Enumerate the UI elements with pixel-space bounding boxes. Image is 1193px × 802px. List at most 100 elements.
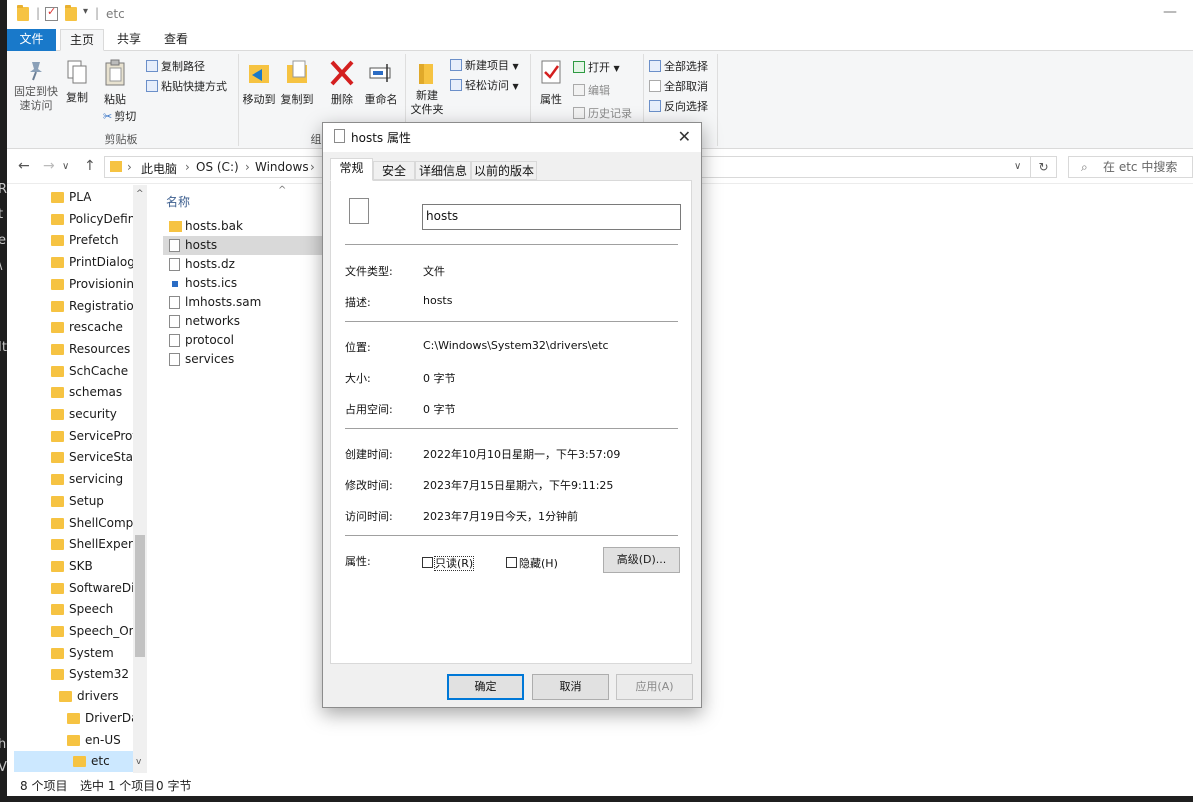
file-row[interactable]: networks <box>163 312 333 331</box>
selected-size: 0 字节 <box>156 779 192 793</box>
scrollbar-thumb[interactable] <box>135 535 145 657</box>
file-row[interactable]: lmhosts.sam <box>163 293 333 312</box>
recent-chevron-icon[interactable]: ∨ <box>62 161 69 172</box>
cut-button[interactable]: ✂ 剪切 <box>103 108 136 124</box>
history-icon <box>573 107 585 119</box>
delete-button[interactable]: 删除 <box>328 59 356 107</box>
paste-button[interactable]: 粘贴 <box>101 59 129 107</box>
move-to-button[interactable]: 移动到 <box>241 59 277 107</box>
back-arrow-icon[interactable]: ← <box>18 158 30 174</box>
tab-file[interactable]: 文件 <box>7 29 56 51</box>
pin-quick-access-button[interactable]: 固定到快 速访问 <box>12 59 60 113</box>
properties-button[interactable]: 属性 <box>537 59 565 107</box>
file-row[interactable]: hosts.dz <box>163 255 333 274</box>
select-all-button[interactable]: 全部选择 <box>649 58 708 74</box>
crumb-os-c[interactable]: OS (C:) <box>196 160 239 174</box>
file-name: hosts.dz <box>185 257 235 271</box>
select-none-icon <box>649 80 661 92</box>
nav-scrollbar[interactable]: ^ v <box>133 185 147 773</box>
easy-access-button[interactable]: 轻松访问 ▼ <box>450 77 519 93</box>
forward-arrow-icon[interactable]: → <box>43 158 55 174</box>
move-to-icon <box>246 59 272 87</box>
tab-share[interactable]: 共享 <box>107 29 151 51</box>
ok-button[interactable]: 确定 <box>447 674 524 700</box>
ribbon-tab-bar: 文件 主页 共享 查看 <box>7 29 1193 51</box>
properties-quick-icon[interactable]: ✓ <box>45 5 58 21</box>
advanced-button[interactable]: 高级(D)... <box>603 547 680 573</box>
tree-item-label: SchCache <box>69 363 129 378</box>
column-header-name[interactable]: 名称 <box>166 193 190 210</box>
copy-to-button[interactable]: 复制到 <box>279 59 315 107</box>
tab-security[interactable]: 安全 <box>373 161 415 180</box>
tree-item-label: System <box>69 645 114 660</box>
tree-item-label: schemas <box>69 385 123 400</box>
tree-item-label: etc <box>91 754 110 769</box>
quick-access-dropdown-icon[interactable]: ▾ <box>83 6 88 17</box>
tab-view[interactable]: 查看 <box>154 29 198 51</box>
scroll-up-icon[interactable]: ^ <box>136 189 144 199</box>
file-row[interactable]: hosts.ics <box>163 274 333 293</box>
item-count: 8 个项目 <box>20 779 68 793</box>
folder-icon <box>73 756 86 768</box>
file-type-label: 文件类型: <box>345 265 393 278</box>
file-icon <box>334 129 345 143</box>
scroll-down-icon[interactable]: v <box>136 757 141 767</box>
up-arrow-icon[interactable]: ↑ <box>84 158 96 174</box>
folder-icon <box>51 213 64 225</box>
tab-general[interactable]: 常规 <box>330 158 373 181</box>
folder-icon <box>51 452 64 464</box>
new-item-button[interactable]: 新建项目 ▼ <box>450 57 519 73</box>
open-button[interactable]: 打开 ▼ <box>573 59 620 75</box>
folder-icon <box>110 161 122 172</box>
invert-selection-button[interactable]: 反向选择 <box>649 98 708 114</box>
folder-icon <box>51 387 64 399</box>
apply-button[interactable]: 应用(A) <box>616 674 693 700</box>
modified-label: 修改时间: <box>345 479 393 492</box>
divider <box>345 535 678 536</box>
tree-item-label: security <box>69 407 117 421</box>
folder-icon <box>51 192 64 203</box>
modified-value: 2023年7月15日星期六，下午9:11:25 <box>423 479 614 492</box>
file-icon <box>169 239 180 252</box>
created-value: 2022年10月10日星期一，下午3:57:09 <box>423 448 621 461</box>
tab-previous-versions[interactable]: 以前的版本 <box>471 161 537 180</box>
edit-button[interactable]: 编辑 <box>573 82 610 98</box>
bg-fragment: R <box>0 182 8 197</box>
location-value: C:\Windows\System32\drivers\etc <box>423 339 609 352</box>
accessed-label: 访问时间: <box>345 510 393 523</box>
minimize-button[interactable]: — <box>1163 4 1177 20</box>
paste-shortcut-button[interactable]: 粘贴快捷方式 <box>146 78 227 94</box>
properties-dialog: hosts 属性 ✕ 常规 安全 详细信息 以前的版本 hosts 文件类型: … <box>322 122 702 708</box>
size-label: 大小: <box>345 372 371 385</box>
hidden-checkbox[interactable]: 隐藏(H) <box>506 555 558 571</box>
file-icon <box>169 353 180 366</box>
rename-button[interactable]: 重命名 <box>363 59 399 107</box>
crumb-windows[interactable]: Windows <box>255 160 309 174</box>
file-row[interactable]: protocol <box>163 331 333 350</box>
address-dropdown-icon[interactable]: ∨ <box>1014 161 1021 172</box>
search-input[interactable]: ⌕ 在 etc 中搜索 <box>1068 156 1193 178</box>
file-row[interactable]: services <box>163 350 333 369</box>
history-button[interactable]: 历史记录 <box>573 105 632 121</box>
crumb-this-pc[interactable]: 此电脑 <box>141 160 177 177</box>
file-row[interactable]: hosts.bak <box>163 217 333 236</box>
folder-icon <box>51 300 64 312</box>
file-row-selected[interactable]: hosts <box>163 236 333 255</box>
select-none-button[interactable]: 全部取消 <box>649 78 708 94</box>
folder-icon <box>59 691 72 703</box>
folder-icon <box>51 626 64 637</box>
filename-field[interactable]: hosts <box>422 204 681 230</box>
copy-button[interactable]: 复制 <box>63 59 91 105</box>
tab-details[interactable]: 详细信息 <box>415 161 471 180</box>
selected-count: 选中 1 个项目 <box>80 779 156 793</box>
tab-home[interactable]: 主页 <box>60 29 104 51</box>
copy-path-button[interactable]: 复制路径 <box>146 58 205 74</box>
new-folder-quick-icon[interactable] <box>65 5 77 21</box>
readonly-checkbox[interactable]: 只读(R) <box>422 555 475 571</box>
close-icon[interactable]: ✕ <box>678 127 691 146</box>
tree-item-label: SoftwareDis <box>69 580 141 595</box>
new-folder-button[interactable]: 新建 文件夹 <box>409 59 445 117</box>
tree-item-selected[interactable]: etc <box>14 751 133 773</box>
cancel-button[interactable]: 取消 <box>532 674 609 700</box>
refresh-icon[interactable]: ↻ <box>1031 156 1057 178</box>
